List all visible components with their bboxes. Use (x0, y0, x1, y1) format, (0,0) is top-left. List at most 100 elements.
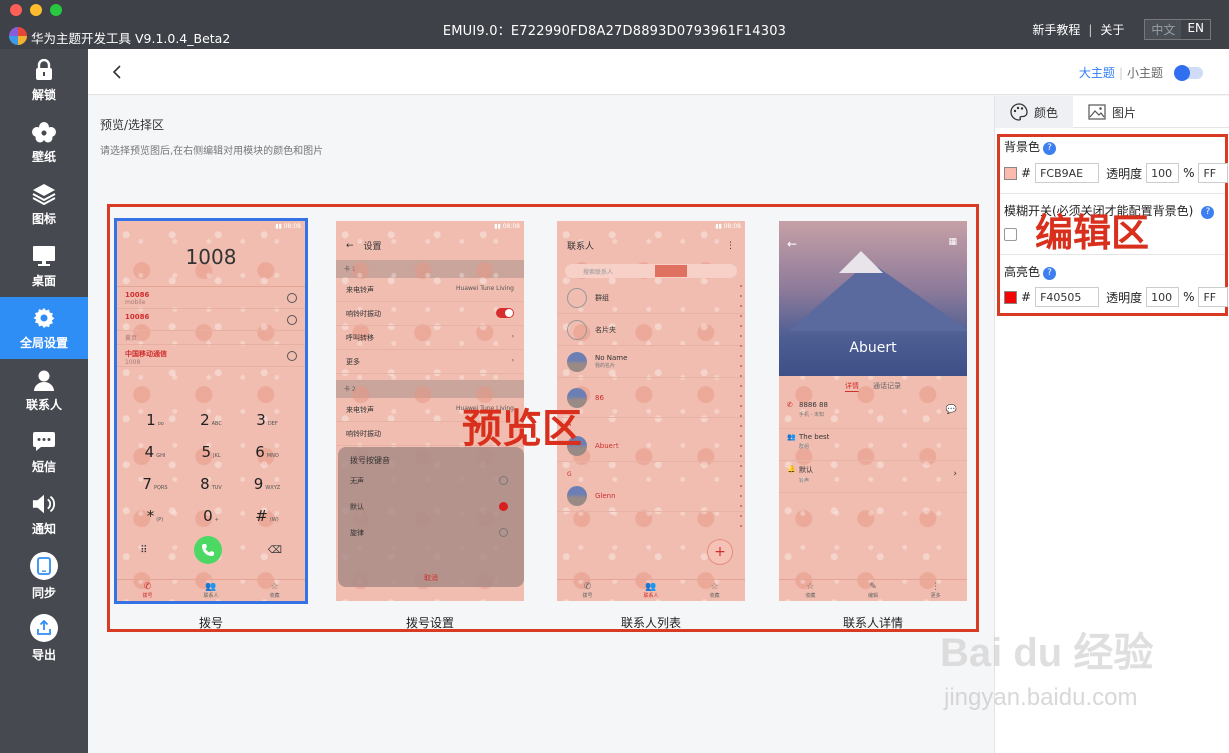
dial-key[interactable]: 7 PQRS (127, 475, 183, 497)
message-icon[interactable]: 💬 (946, 405, 957, 415)
dial-key[interactable]: 6 MNO (239, 443, 295, 465)
call-button[interactable] (193, 536, 222, 564)
tab-dial[interactable]: ✆ 拨号 (582, 582, 592, 599)
big-theme-option[interactable]: 大主题 (1079, 64, 1115, 81)
call-log-row[interactable]: 10086 mobile (117, 287, 305, 309)
settings-row[interactable]: 响铃时振动 (336, 422, 524, 446)
dialog-option[interactable]: 默认 (350, 502, 512, 528)
detail-row[interactable]: 👥 The best 群组 (779, 429, 967, 461)
help-icon[interactable]: ? (1043, 267, 1057, 280)
call-log-row[interactable]: 10086 (117, 309, 305, 331)
dial-key[interactable]: 0 + (183, 507, 239, 529)
highlight-opacity-input[interactable] (1146, 287, 1180, 307)
dial-key[interactable]: # (W) (239, 507, 295, 529)
highlight-hex-input[interactable] (1035, 287, 1100, 307)
tutorial-link[interactable]: 新手教程 (1032, 21, 1080, 38)
list-item[interactable]: 名片夹 (557, 314, 745, 346)
radio-button[interactable] (499, 476, 508, 485)
tab-color[interactable]: 颜色 (995, 96, 1073, 128)
tab-favorites[interactable]: ☆ 收藏 (269, 582, 279, 599)
tab-dial[interactable]: ✆ 拨号 (142, 582, 152, 599)
bg-alpha-input[interactable] (1198, 163, 1229, 183)
dial-key[interactable]: 9 WXYZ (239, 475, 295, 497)
settings-row[interactable]: 来电铃声 Huawei Tune Living (336, 398, 524, 422)
tab-contacts[interactable]: 👥 联系人 (203, 582, 218, 599)
dial-key[interactable]: 8 TUV (183, 475, 239, 497)
sidebar-item-unlock[interactable]: 解锁 (0, 49, 88, 111)
radio-button[interactable] (499, 528, 508, 537)
dialog-option[interactable]: 旋律 (350, 528, 512, 554)
dial-key[interactable]: 4 GHI (127, 443, 183, 465)
dial-key[interactable]: * (P) (127, 507, 183, 529)
list-item[interactable]: 86 (557, 378, 745, 418)
tab-favorite[interactable]: ☆ 收藏 (805, 582, 815, 599)
help-icon[interactable]: ? (1043, 142, 1057, 155)
preview-contact-detail[interactable]: ← ▦ Abuert 详情 通话记录 ✆ 8886 88 手机 - 未知 💬 👥 The… (779, 221, 967, 601)
sidebar-item-wallpaper[interactable]: 壁纸 (0, 111, 88, 173)
lang-zh-button[interactable]: 中文 (1145, 20, 1182, 39)
sidebar-item-global-settings[interactable]: 全局设置 (0, 297, 88, 359)
tab-edit[interactable]: ✎ 编辑 (868, 582, 878, 599)
list-item[interactable]: 群组 (557, 282, 745, 314)
sidebar-item-export[interactable]: 导出 (0, 607, 88, 669)
tab-details[interactable]: 详情 (845, 381, 859, 392)
arrow-left-icon[interactable]: ← (346, 241, 354, 251)
sidebar-item-notification[interactable]: 通知 (0, 483, 88, 545)
info-icon[interactable] (287, 315, 297, 325)
preview-dial-settings[interactable]: ▮▮ 08:08 ← 设置 卡 1 来电铃声 Huawei Tune Living … (336, 221, 524, 601)
settings-row[interactable]: 来电铃声 Huawei Tune Living (336, 278, 524, 302)
tab-image[interactable]: 图片 (1073, 96, 1151, 128)
call-log-row[interactable]: 中国移动通信 1008 (117, 345, 305, 367)
settings-row[interactable]: 更多 › (336, 350, 524, 374)
detail-row[interactable]: ✆ 8886 88 手机 - 未知 💬 (779, 397, 967, 429)
more-icon[interactable]: ⋮ (726, 241, 735, 251)
help-icon[interactable]: ? (1201, 206, 1215, 219)
add-contact-button[interactable]: + (707, 539, 733, 565)
bg-color-swatch[interactable] (1004, 166, 1017, 180)
radio-button-selected[interactable] (499, 502, 508, 511)
tab-call-log[interactable]: 通话记录 (873, 381, 901, 392)
dialog-option[interactable]: 无声 (350, 476, 512, 502)
arrow-left-icon[interactable]: ← (787, 237, 797, 251)
sidebar-item-desktop[interactable]: 桌面 (0, 235, 88, 297)
back-button[interactable] (106, 61, 128, 83)
settings-row[interactable]: 呼叫转移 › (336, 326, 524, 350)
qr-code-icon[interactable]: ▦ (948, 237, 957, 247)
sidebar-item-sms[interactable]: 短信 (0, 421, 88, 483)
theme-toggle[interactable] (1174, 64, 1203, 81)
tab-contacts[interactable]: 👥 联系人 (643, 582, 658, 599)
highlight-alpha-input[interactable] (1198, 287, 1229, 307)
contact-search-input[interactable]: 搜索联系人 (565, 264, 737, 278)
zoom-window-button[interactable] (50, 4, 62, 16)
tab-favorites[interactable]: ☆ 收藏 (709, 582, 719, 599)
dialpad-grid-icon[interactable]: ⠿ (140, 545, 147, 556)
blur-checkbox[interactable] (1004, 228, 1017, 241)
list-item[interactable]: Glenn (557, 480, 745, 512)
dial-key[interactable]: 2 ABC (183, 411, 239, 433)
dial-key[interactable]: 1 oo (127, 411, 183, 433)
preview-dial[interactable]: ▮▮ 08:08 1008 10086 mobile 10086 黄页 中国移动… (114, 218, 308, 604)
about-link[interactable]: 关于 (1100, 21, 1124, 38)
info-icon[interactable] (287, 293, 297, 303)
highlight-color-swatch[interactable] (1004, 290, 1017, 304)
list-item[interactable]: Abuert (557, 430, 745, 462)
small-theme-option[interactable]: 小主题 (1127, 64, 1163, 81)
sidebar-item-sync[interactable]: 同步 (0, 545, 88, 607)
lang-en-button[interactable]: EN (1181, 20, 1210, 39)
alphabet-index[interactable] (739, 281, 743, 531)
bg-hex-input[interactable] (1035, 163, 1100, 183)
settings-row[interactable]: 响铃时振动 (336, 302, 524, 326)
sidebar-item-contacts[interactable]: 联系人 (0, 359, 88, 421)
dial-key[interactable]: 5 JKL (183, 443, 239, 465)
detail-row[interactable]: 🔔 默认 铃声 › (779, 461, 967, 493)
sidebar-item-icons[interactable]: 图标 (0, 173, 88, 235)
vibrate-toggle[interactable] (496, 308, 514, 318)
bg-opacity-input[interactable] (1146, 163, 1180, 183)
list-item[interactable]: No Name 我的名片 (557, 346, 745, 378)
preview-contacts-list[interactable]: ▮▮ 08:08 联系人 ⋮ 搜索联系人 群组 名片夹 No Name 我的名片 8… (557, 221, 745, 601)
info-icon[interactable] (287, 351, 297, 361)
minimize-window-button[interactable] (30, 4, 42, 16)
dial-key[interactable]: 3 DEF (239, 411, 295, 433)
tab-more[interactable]: ⋮ 更多 (931, 582, 941, 599)
dialog-cancel-button[interactable]: 取消 (338, 573, 524, 583)
